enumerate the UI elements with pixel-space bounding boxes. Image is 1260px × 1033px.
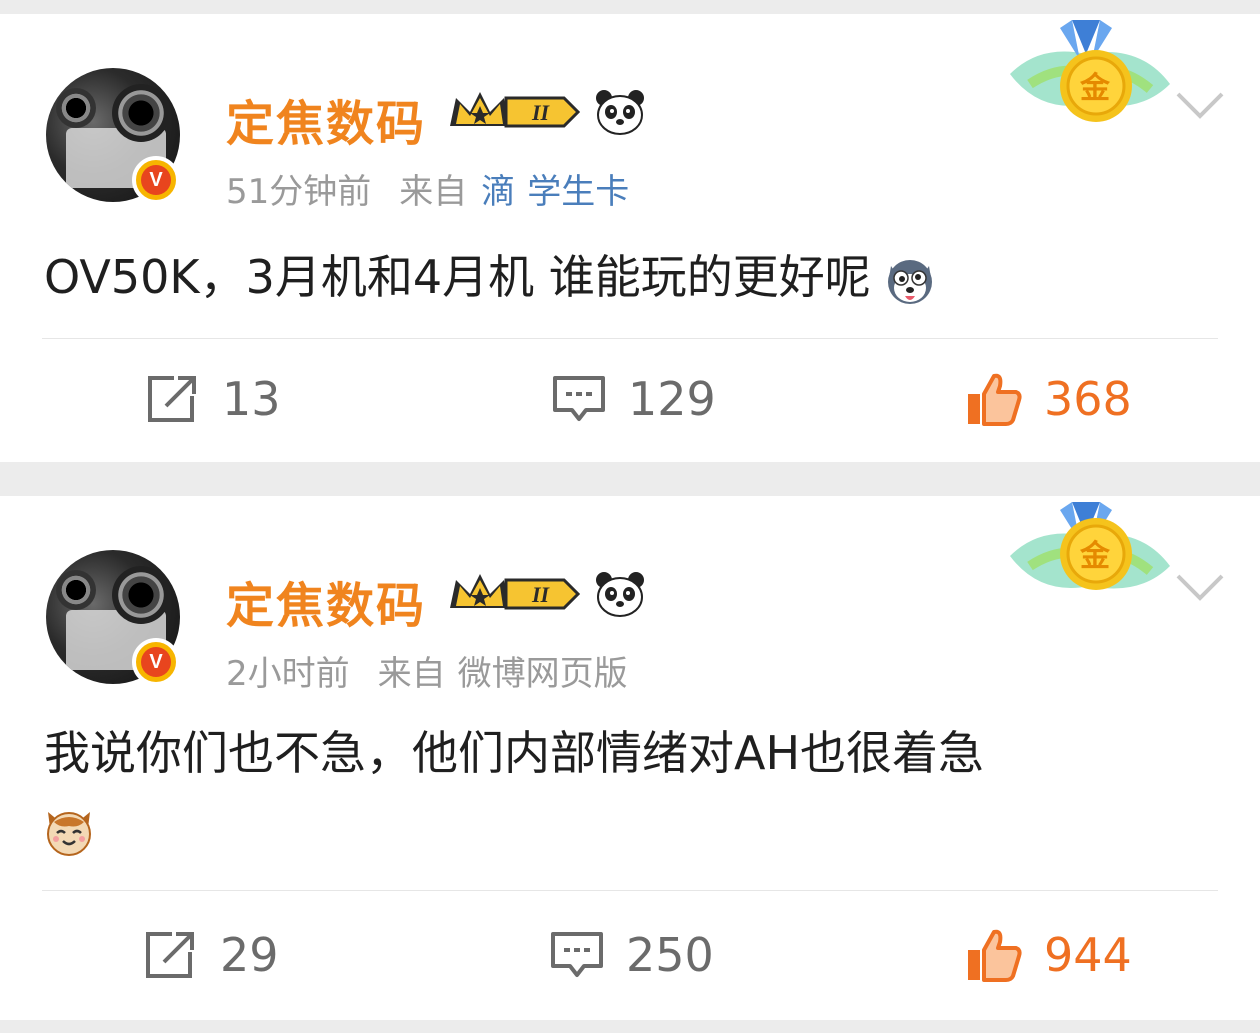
- svg-text:金: 金: [1079, 539, 1111, 574]
- post-time: 2小时前: [226, 654, 350, 694]
- share-button[interactable]: 29: [144, 928, 279, 982]
- post-meta: 51分钟前 来自滴学生卡: [226, 164, 629, 213]
- source-name: 微博网页版: [457, 654, 628, 694]
- author-name[interactable]: 定焦数码: [226, 84, 426, 154]
- divider: [42, 338, 1218, 339]
- share-count: 29: [220, 928, 279, 982]
- source-prefix: 来自: [399, 172, 468, 212]
- post-text: 我说你们也不急，他们内部情绪对AH也很着急: [44, 726, 985, 780]
- chevron-down-icon[interactable]: [1176, 572, 1224, 602]
- comment-icon: [553, 376, 605, 421]
- chevron-down-icon[interactable]: [1176, 90, 1224, 120]
- share-icon: [146, 932, 194, 978]
- svg-text:II: II: [531, 582, 551, 607]
- post-card[interactable]: V 定焦数码 II 金 51分钟前 来自滴学生卡 OV50K，3月机和4月机 谁能…: [0, 14, 1260, 462]
- cat-emoji-icon: [47, 811, 91, 856]
- vip-crown-badge-icon[interactable]: II: [446, 86, 580, 138]
- comment-icon: [551, 932, 603, 977]
- panda-icon: [596, 572, 644, 617]
- source-link[interactable]: 学生卡: [527, 172, 629, 212]
- post-meta: 2小时前 来自 微博网页版: [226, 646, 628, 695]
- thumbs-up-icon: [968, 373, 1022, 426]
- post-content: OV50K，3月机和4月机 谁能玩的更好呢: [44, 240, 1204, 314]
- verified-badge-icon: V: [132, 638, 180, 686]
- verified-badge-icon: V: [132, 156, 180, 204]
- gold-medal-icon: 金: [1010, 502, 1170, 590]
- divider: [42, 890, 1218, 891]
- share-icon: [148, 376, 196, 422]
- author-name[interactable]: 定焦数码: [226, 566, 426, 636]
- panda-icon: [596, 90, 644, 135]
- comment-button[interactable]: 250: [550, 928, 714, 982]
- post-content: 我说你们也不急，他们内部情绪对AH也很着急: [44, 716, 1204, 864]
- comment-count: 129: [628, 372, 716, 426]
- like-button[interactable]: 944: [966, 928, 1132, 982]
- post-text: OV50K，3月机和4月机 谁能玩的更好呢: [44, 250, 871, 304]
- thumbs-up-icon: [968, 929, 1022, 982]
- gold-medal-icon: 金: [1010, 20, 1170, 122]
- comment-button[interactable]: 129: [552, 372, 716, 426]
- share-count: 13: [222, 372, 281, 426]
- husky-emoji-icon: [888, 259, 933, 304]
- like-button[interactable]: 368: [966, 372, 1132, 426]
- source-prefix: 来自: [377, 654, 446, 694]
- post-card[interactable]: V 定焦数码 II 金 2小时前 来自 微博网页版 我说你们也不急，他们内部情绪对A…: [0, 496, 1260, 1020]
- vip-crown-badge-icon[interactable]: II: [446, 568, 580, 620]
- svg-text:金: 金: [1079, 71, 1111, 106]
- share-button[interactable]: 13: [146, 372, 281, 426]
- comment-count: 250: [626, 928, 714, 982]
- svg-text:II: II: [531, 100, 551, 125]
- like-count: 944: [1044, 928, 1132, 982]
- source-link[interactable]: 滴: [481, 172, 515, 212]
- like-count: 368: [1044, 372, 1132, 426]
- post-time: 51分钟前: [226, 172, 372, 212]
